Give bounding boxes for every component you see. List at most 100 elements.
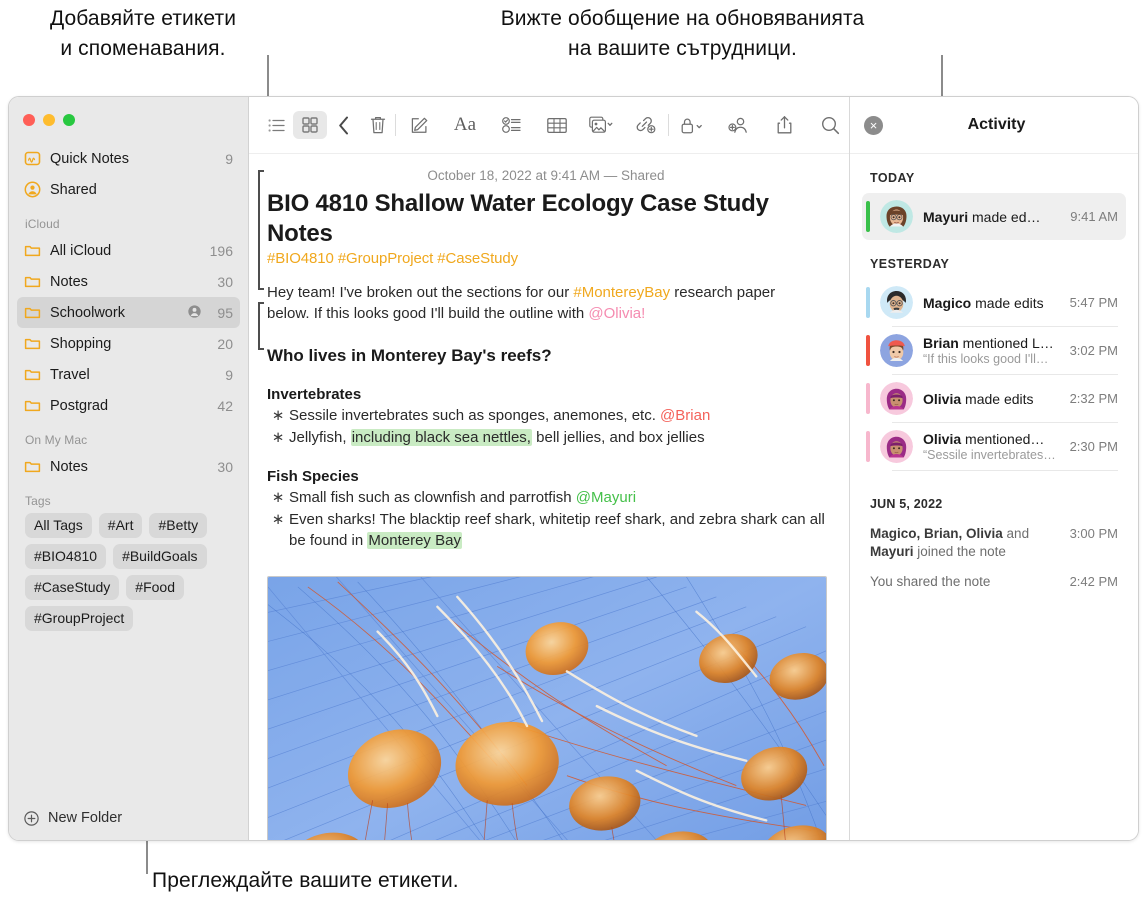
tag-casestudy[interactable]: #CaseStudy — [25, 575, 119, 600]
activity-section-jun-5-2022: JUN 5, 2022 — [862, 471, 1126, 519]
sidebar-item-count: 30 — [211, 274, 233, 290]
activity-item-quote: “If this looks good I'll… — [923, 352, 1062, 366]
checklist-icon[interactable] — [488, 111, 534, 139]
tag-betty[interactable]: #Betty — [149, 513, 207, 538]
sidebar-item-count: 42 — [211, 398, 233, 414]
activity-item-olivia-edits[interactable]: Olivia made edits 2:32 PM — [862, 375, 1126, 422]
activity-item-magico-edits[interactable]: Magico made edits 5:47 PM — [862, 279, 1126, 326]
sidebar-item-schoolwork[interactable]: Schoolwork 95 — [17, 297, 240, 328]
minimize-button[interactable] — [43, 114, 55, 126]
edit-bracket-paragraph — [258, 302, 260, 350]
bullet-star-icon: ∗ — [267, 405, 289, 427]
activity-item-quote: “Sessile invertebrates… — [923, 448, 1062, 462]
avatar — [880, 200, 913, 233]
activity-item-time: 2:30 PM — [1070, 439, 1118, 454]
activity-item-text: Olivia mentioned… “Sessile invertebrates… — [923, 431, 1062, 462]
intro-hashtag-montereybay[interactable]: #MontereyBay — [573, 284, 670, 301]
tag-food[interactable]: #Food — [126, 575, 184, 600]
activity-action: mentioned L… — [959, 335, 1054, 351]
activity-action: made ed… — [968, 209, 1040, 225]
sidebar-item-shared[interactable]: Shared — [17, 174, 240, 205]
sidebar-item-travel[interactable]: Travel 9 — [17, 359, 240, 390]
intro-mention-olivia[interactable]: @Olivia! — [588, 305, 645, 322]
activity-item-time: 9:41 AM — [1070, 209, 1118, 224]
sidebar-item-label: Notes — [50, 274, 202, 290]
sidebar-item-count: 95 — [211, 305, 233, 321]
format-aa-label: Aa — [454, 114, 476, 136]
search-icon[interactable] — [807, 111, 853, 139]
bullet-text-tail: bell jellies, and box jellies — [532, 429, 705, 446]
sidebar-scroll-area[interactable]: Quick Notes 9 Shared iCloud All iCloud — [9, 143, 248, 796]
note-body: October 18, 2022 at 9:41 AM — Shared BIO… — [249, 154, 849, 840]
add-people-icon[interactable] — [715, 111, 761, 139]
note-scroll-area[interactable]: October 18, 2022 at 9:41 AM — Shared BIO… — [249, 154, 849, 840]
activity-color-bar — [866, 287, 870, 318]
link-icon[interactable] — [622, 111, 668, 139]
note-hashtags: #BIO4810 #GroupProject #CaseStudy — [267, 250, 825, 267]
note-title: BIO 4810 Shallow Water Ecology Case Stud… — [267, 189, 825, 249]
edit-bracket-top — [258, 170, 260, 290]
activity-item-olivia-mention[interactable]: Olivia mentioned… “Sessile invertebrates… — [862, 423, 1126, 470]
tag-art[interactable]: #Art — [99, 513, 143, 538]
sidebar-item-shopping[interactable]: Shopping 20 — [17, 328, 240, 359]
sidebar-item-all-icloud[interactable]: All iCloud 196 — [17, 235, 240, 266]
tag-all-tags[interactable]: All Tags — [25, 513, 92, 538]
table-icon[interactable] — [534, 111, 580, 139]
activity-history-and: and — [1003, 526, 1029, 541]
activity-item-mayuri-edits[interactable]: Mayuri made ed… 9:41 AM — [862, 193, 1126, 240]
folder-icon — [24, 304, 41, 321]
activity-item-time: 3:02 PM — [1070, 343, 1118, 358]
sidebar-item-label: Notes — [50, 459, 202, 475]
zoom-button[interactable] — [63, 114, 75, 126]
activity-item-brian-mention[interactable]: Brian mentioned L… “If this looks good I… — [862, 327, 1126, 374]
sidebar-item-postgrad[interactable]: Postgrad 42 — [17, 390, 240, 421]
folder-icon — [24, 335, 41, 352]
lock-icon[interactable] — [669, 111, 715, 139]
bullet-list-fish: ∗ Small fish such as clownfish and parro… — [267, 487, 825, 552]
tag-buildgoals[interactable]: #BuildGoals — [113, 544, 207, 569]
media-icon[interactable] — [580, 111, 622, 139]
tag-groupproject[interactable]: #GroupProject — [25, 606, 133, 631]
activity-actor: Brian — [923, 335, 959, 351]
activity-item-text: Olivia made edits — [923, 391, 1062, 407]
new-folder-button[interactable]: New Folder — [9, 796, 248, 840]
back-chevron-icon[interactable] — [327, 111, 361, 139]
activity-history-row-shared: You shared the note 2:42 PM — [862, 567, 1126, 597]
list-item: ∗ Small fish such as clownfish and parro… — [267, 487, 825, 509]
notes-app-window: Quick Notes 9 Shared iCloud All iCloud — [8, 96, 1139, 841]
activity-item-main: Olivia made edits — [923, 391, 1062, 407]
trash-icon[interactable] — [361, 111, 395, 139]
note-subheading-invertebrates: Invertebrates — [267, 386, 825, 403]
activity-history-time: 2:42 PM — [1070, 573, 1118, 591]
sidebar-item-label: Shared — [50, 182, 202, 198]
sidebar: Quick Notes 9 Shared iCloud All iCloud — [9, 97, 249, 840]
shared-folder-person-icon — [187, 304, 202, 321]
close-button[interactable] — [23, 114, 35, 126]
sidebar-item-notes-onmymac[interactable]: Notes 30 — [17, 451, 240, 482]
activity-history-row-joined: Magico, Brian, Olivia and Mayuri joined … — [862, 519, 1126, 567]
mention-mayuri[interactable]: @Mayuri — [576, 489, 636, 506]
jellyfish-photo[interactable] — [267, 576, 827, 841]
activity-header: × Activity — [850, 97, 1138, 154]
format-aa-icon[interactable]: Aa — [442, 111, 488, 139]
activity-title: Activity — [869, 116, 1124, 134]
tag-bio4810[interactable]: #BIO4810 — [25, 544, 106, 569]
activity-section-yesterday: YESTERDAY — [862, 240, 1126, 279]
sidebar-item-count: 9 — [211, 151, 233, 167]
avatar — [880, 382, 913, 415]
mention-brian[interactable]: @Brian — [660, 407, 710, 424]
share-icon[interactable] — [761, 111, 807, 139]
list-view-icon[interactable] — [259, 111, 293, 139]
highlighted-text: Monterey Bay — [367, 532, 462, 549]
gallery-view-icon[interactable] — [293, 111, 327, 139]
bullet-star-icon: ∗ — [267, 427, 289, 449]
sidebar-item-notes-icloud[interactable]: Notes 30 — [17, 266, 240, 297]
activity-list[interactable]: TODAY Mayuri made ed… 9:41 AM YESTERDAY — [850, 154, 1138, 840]
compose-icon[interactable] — [396, 111, 442, 139]
sidebar-item-quick-notes[interactable]: Quick Notes 9 — [17, 143, 240, 174]
avatar — [880, 286, 913, 319]
sidebar-item-count: 20 — [211, 336, 233, 352]
activity-history-names: Magico, Brian, Olivia — [870, 526, 1003, 541]
highlighted-text: including black sea nettles, — [351, 429, 532, 446]
list-item-text: Sessile invertebrates such as sponges, a… — [289, 405, 710, 427]
